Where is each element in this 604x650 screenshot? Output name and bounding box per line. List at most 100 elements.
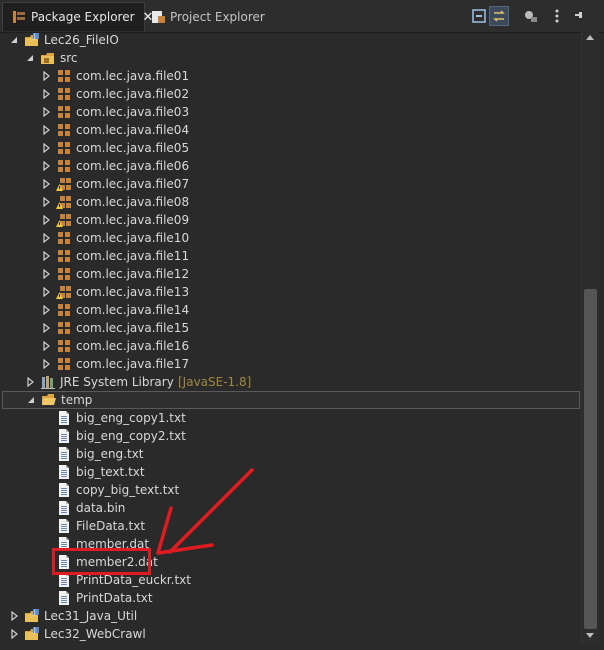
tree-item-file[interactable]: FileData.txt: [2, 517, 580, 535]
tree-item-package[interactable]: com.lec.java.file04: [2, 121, 580, 139]
tree-item-label: com.lec.java.file14: [76, 303, 190, 317]
collapsed-arrow-icon[interactable]: [40, 214, 52, 226]
tree-item-file[interactable]: big_eng_copy1.txt: [2, 409, 580, 427]
tree-item-package[interactable]: com.lec.java.file08: [2, 193, 580, 211]
tree-item-label: com.lec.java.file17: [76, 357, 190, 371]
package-icon: [56, 338, 72, 354]
tab-package-explorer[interactable]: Package Explorer ✕: [2, 2, 153, 31]
tree-item-package[interactable]: com.lec.java.file02: [2, 85, 580, 103]
vertical-scrollbar[interactable]: [581, 31, 599, 644]
collapsed-arrow-icon[interactable]: [40, 286, 52, 298]
tree-item-package[interactable]: com.lec.java.file12: [2, 265, 580, 283]
java-project-icon: J: [24, 608, 40, 624]
java-project-icon: J: [24, 626, 40, 642]
collapse-all-icon[interactable]: [471, 8, 487, 24]
tree-item-package[interactable]: com.lec.java.file01: [2, 67, 580, 85]
annotation-highlight-box: [52, 548, 151, 575]
package-icon: [56, 320, 72, 336]
package-warning-icon: [56, 284, 72, 300]
tree-item-file[interactable]: big_text.txt: [2, 463, 580, 481]
collapsed-arrow-icon[interactable]: [8, 610, 20, 622]
tree-item-jre-library[interactable]: JRE System Library [JavaSE-1.8]: [2, 373, 580, 391]
tree-item-label: PrintData_euckr.txt: [76, 573, 191, 587]
package-icon: [56, 104, 72, 120]
collapsed-arrow-icon[interactable]: [40, 88, 52, 100]
scroll-up-icon[interactable]: [586, 35, 594, 40]
collapsed-arrow-icon[interactable]: [8, 628, 20, 640]
collapsed-arrow-icon[interactable]: [40, 124, 52, 136]
expanded-arrow-icon[interactable]: [24, 52, 36, 64]
collapsed-arrow-icon[interactable]: [40, 250, 52, 262]
text-file-icon: [56, 518, 72, 534]
view-tab-bar: Package Explorer ✕ Project Explorer: [0, 0, 604, 33]
package-icon: [56, 302, 72, 318]
text-file-icon: [56, 410, 72, 426]
tree-item-package[interactable]: com.lec.java.file09: [2, 211, 580, 229]
tree-item-package[interactable]: com.lec.java.file16: [2, 337, 580, 355]
collapsed-arrow-icon[interactable]: [40, 160, 52, 172]
tree-item-project[interactable]: J Lec31_Java_Util: [2, 607, 580, 625]
tree-item-label: big_eng_copy2.txt: [76, 429, 186, 443]
tree-item-label: Lec32_WebCrawl: [44, 627, 146, 641]
collapsed-arrow-icon[interactable]: [40, 106, 52, 118]
tree-item-temp-folder[interactable]: temp: [2, 391, 580, 409]
tree-item-label: JRE System Library: [60, 375, 174, 389]
package-icon: [56, 248, 72, 264]
tree-item-package[interactable]: com.lec.java.file17: [2, 355, 580, 373]
tree-item-label: FileData.txt: [76, 519, 146, 533]
tree-item-label: com.lec.java.file15: [76, 321, 190, 335]
collapsed-arrow-icon[interactable]: [40, 358, 52, 370]
collapsed-arrow-icon[interactable]: [40, 340, 52, 352]
view-menu-icon[interactable]: [549, 8, 565, 24]
tree-item-package[interactable]: com.lec.java.file15: [2, 319, 580, 337]
scroll-down-icon[interactable]: [586, 633, 594, 638]
source-folder-icon: [40, 50, 56, 66]
package-icon: [56, 122, 72, 138]
package-icon: [56, 140, 72, 156]
tree-item-file[interactable]: big_eng_copy2.txt: [2, 427, 580, 445]
collapsed-arrow-icon[interactable]: [40, 142, 52, 154]
tree-item-package[interactable]: com.lec.java.file06: [2, 157, 580, 175]
project-explorer-icon: [150, 9, 166, 25]
tree-item-package[interactable]: com.lec.java.file05: [2, 139, 580, 157]
collapsed-arrow-icon[interactable]: [40, 232, 52, 244]
tree-item-package[interactable]: com.lec.java.file14: [2, 301, 580, 319]
tree-item-label: big_eng_copy1.txt: [76, 411, 186, 425]
tree-item-package[interactable]: com.lec.java.file11: [2, 247, 580, 265]
tree-item-label: com.lec.java.file12: [76, 267, 190, 281]
tree-item-project[interactable]: J Lec26_FileIO: [2, 31, 580, 49]
tree-item-package[interactable]: com.lec.java.file07: [2, 175, 580, 193]
text-file-icon: [56, 500, 72, 516]
collapsed-arrow-icon[interactable]: [40, 268, 52, 280]
collapsed-arrow-icon[interactable]: [40, 178, 52, 190]
filters-icon[interactable]: [523, 8, 539, 24]
expanded-arrow-icon[interactable]: [8, 34, 20, 46]
tree-item-src[interactable]: src: [2, 49, 580, 67]
package-warning-icon: [56, 194, 72, 210]
tree-item-package[interactable]: com.lec.java.file10: [2, 229, 580, 247]
tree-item-file[interactable]: data.bin: [2, 499, 580, 517]
text-file-icon: [56, 446, 72, 462]
tree-item-file[interactable]: big_eng.txt: [2, 445, 580, 463]
svg-text:J: J: [33, 627, 36, 634]
collapsed-arrow-icon[interactable]: [24, 376, 36, 388]
tree-item-project[interactable]: J Lec32_WebCrawl: [2, 625, 580, 643]
collapsed-arrow-icon[interactable]: [40, 196, 52, 208]
scrollbar-thumb[interactable]: [584, 289, 597, 629]
package-icon: [56, 230, 72, 246]
collapsed-arrow-icon[interactable]: [40, 304, 52, 316]
tab-project-explorer[interactable]: Project Explorer: [145, 2, 265, 31]
tree-item-package[interactable]: com.lec.java.file13: [2, 283, 580, 301]
minimize-icon[interactable]: [571, 8, 587, 24]
collapsed-arrow-icon[interactable]: [40, 70, 52, 82]
package-icon: [56, 356, 72, 372]
tree-item-file[interactable]: copy_big_text.txt: [2, 481, 580, 499]
tree-item-package[interactable]: com.lec.java.file03: [2, 103, 580, 121]
collapsed-arrow-icon[interactable]: [40, 322, 52, 334]
link-with-editor-icon[interactable]: [489, 6, 509, 26]
package-warning-icon: [56, 176, 72, 192]
tree-item-file[interactable]: PrintData.txt: [2, 589, 580, 607]
package-explorer-view: Package Explorer ✕ Project Explorer J Lec…: [0, 0, 604, 650]
expanded-arrow-icon[interactable]: [25, 394, 37, 406]
tree-item-label: com.lec.java.file03: [76, 105, 190, 119]
